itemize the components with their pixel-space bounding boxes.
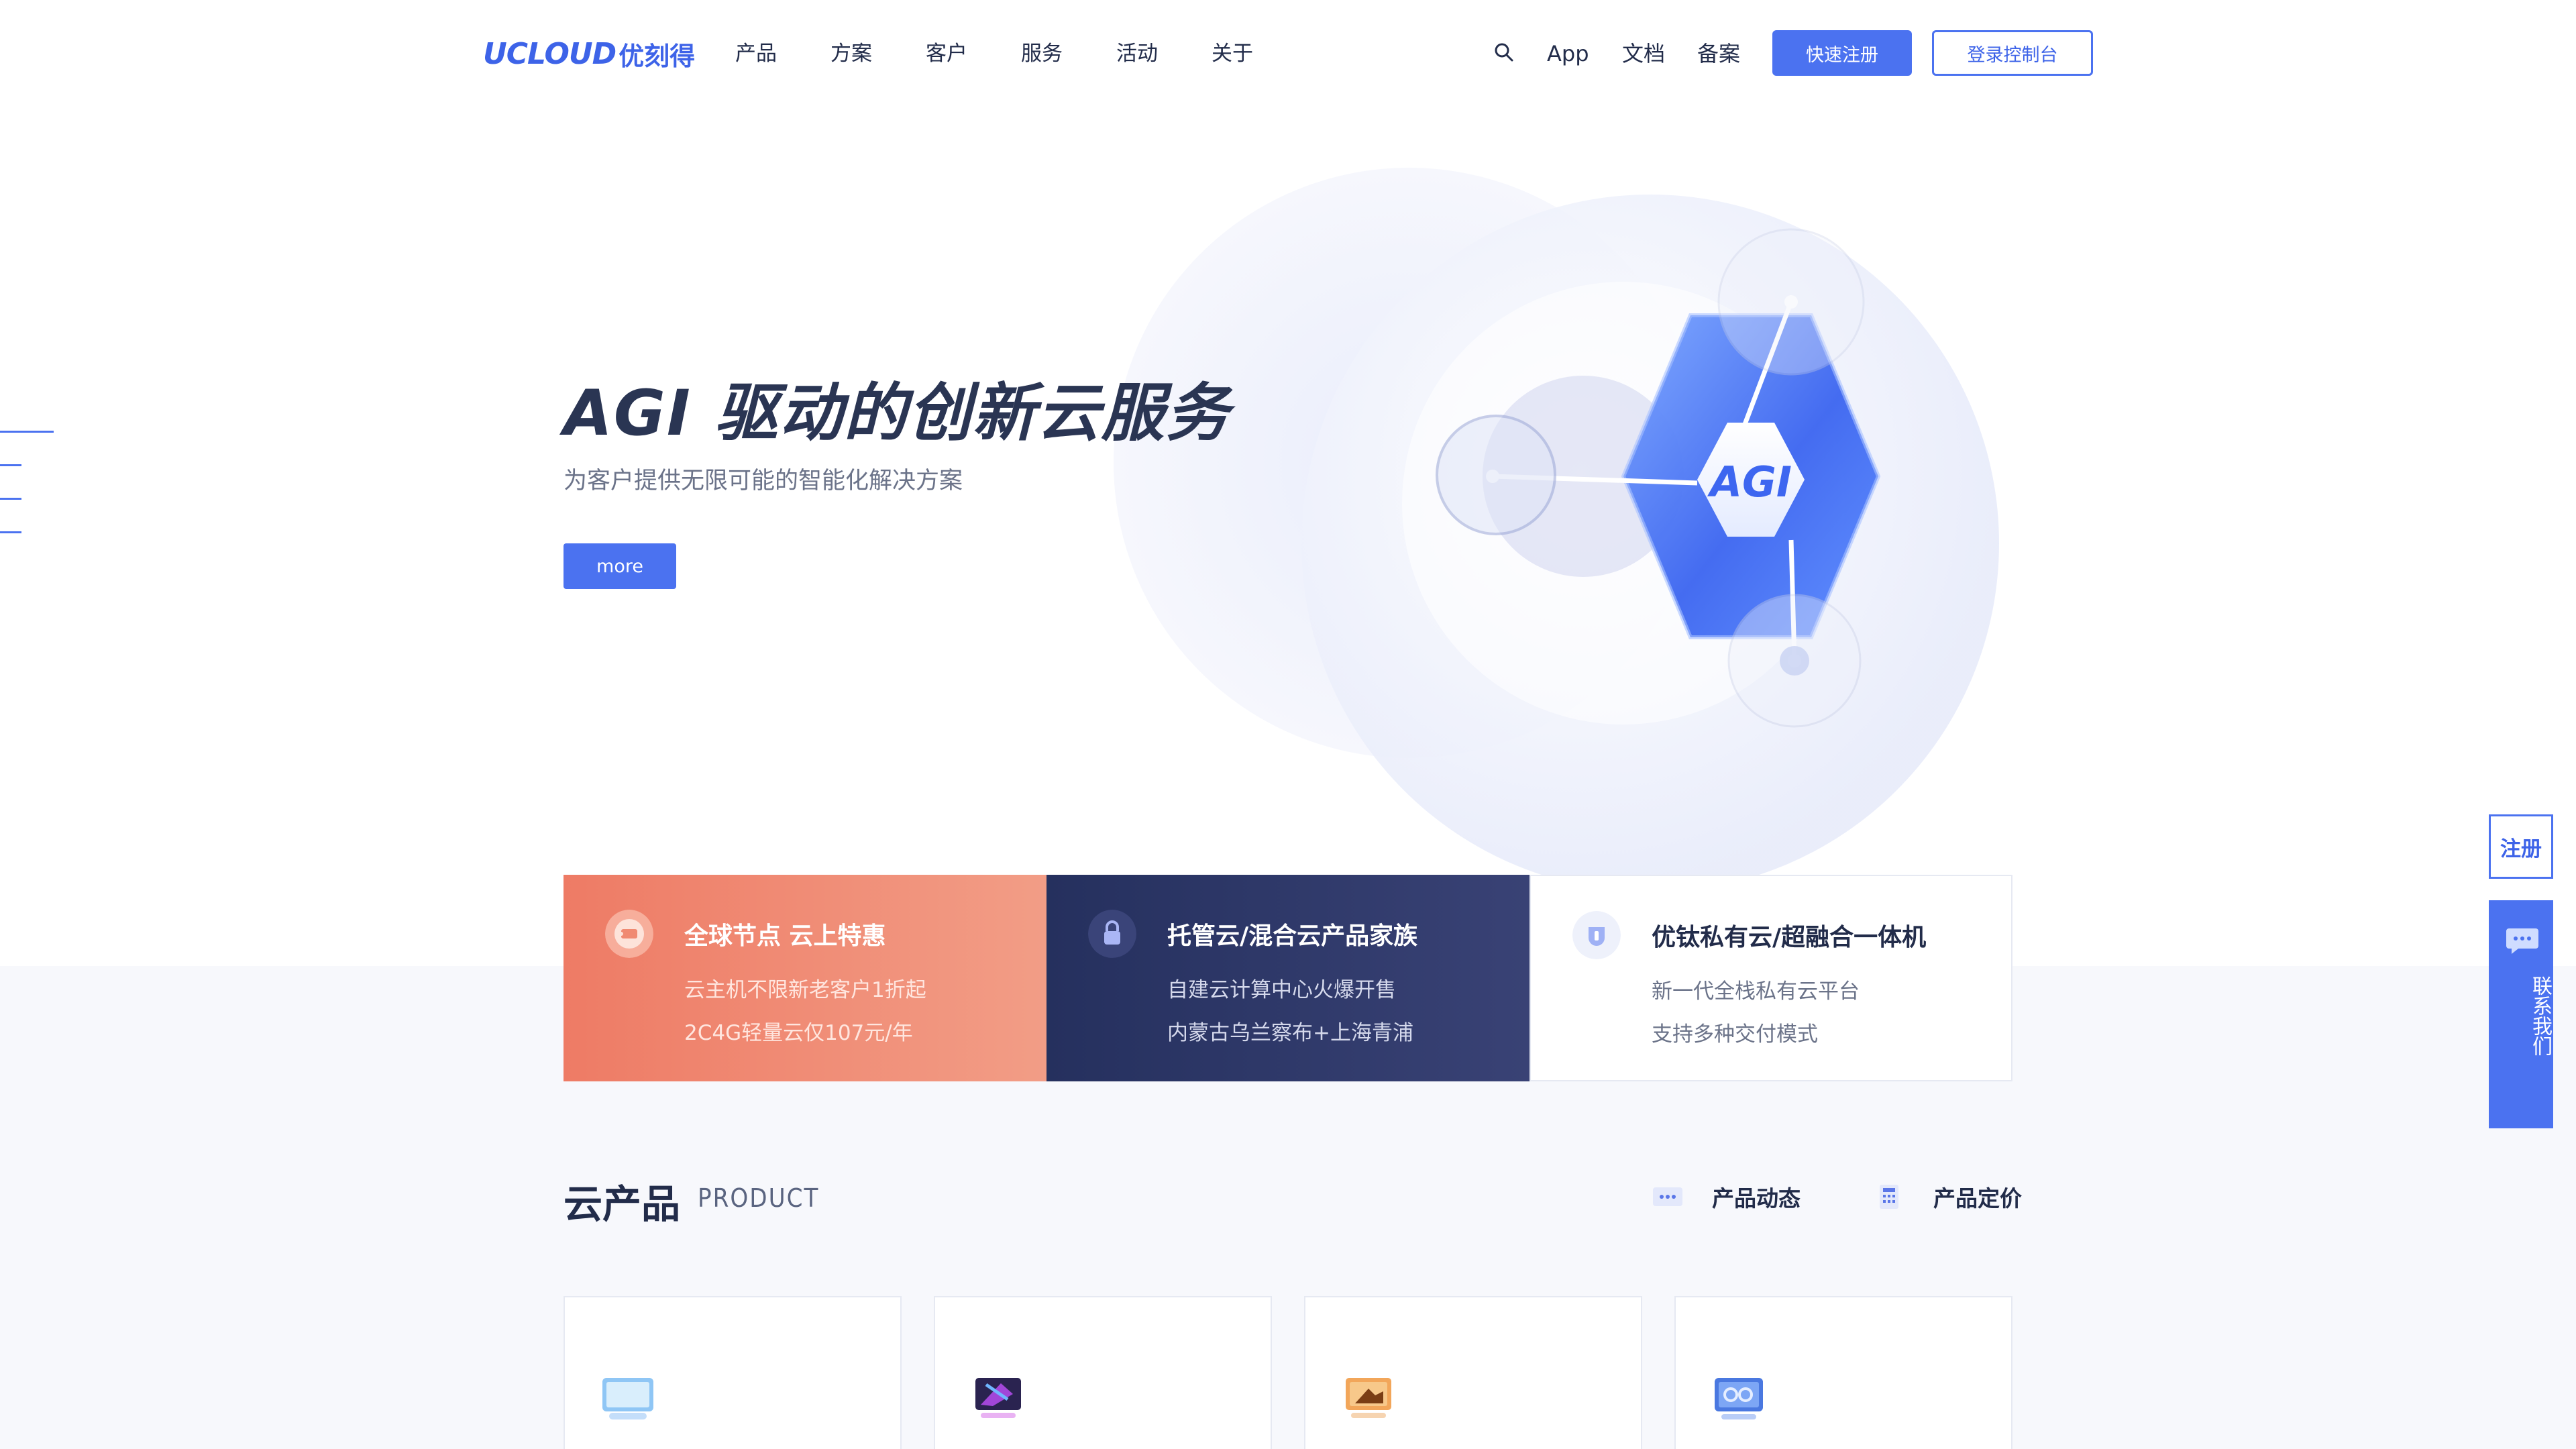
product-news-label: 产品动态 bbox=[1712, 1185, 1801, 1212]
top-header: UCLOUD 优刻得 产品 方案 客户 服务 活动 关于 App 文档 备案 快… bbox=[0, 0, 2576, 107]
nav-item-customers[interactable]: 客户 bbox=[926, 36, 967, 71]
product-news-link[interactable]: 产品动态 bbox=[1652, 1181, 1801, 1213]
contact-us-button[interactable]: 联系我们 bbox=[2489, 900, 2553, 1128]
logo-text-cn: 优刻得 bbox=[619, 41, 696, 71]
quick-register-button[interactable]: 快速注册 bbox=[1772, 30, 1912, 76]
filing-link[interactable]: 备案 bbox=[1697, 36, 1740, 71]
carousel-indicator[interactable] bbox=[0, 464, 21, 466]
promo-card-hosted-cloud[interactable]: 托管云/混合云产品家族 自建云计算中心火爆开售 内蒙古乌兰察布+上海青浦 bbox=[1046, 875, 1529, 1081]
badge-icon bbox=[1572, 911, 1621, 959]
product-card[interactable] bbox=[934, 1296, 1272, 1449]
hero-more-button[interactable]: more bbox=[564, 543, 676, 589]
ticket-icon bbox=[605, 910, 653, 958]
carousel-indicator-active[interactable] bbox=[0, 431, 54, 433]
hero-title: AGI 驱动的创新云服务 bbox=[564, 377, 1230, 450]
promo-title: 优钛私有云/超融合一体机 bbox=[1652, 924, 1927, 951]
nav-item-events[interactable]: 活动 bbox=[1116, 36, 1158, 71]
ucloud-logo[interactable]: UCLOUD 优刻得 bbox=[483, 34, 695, 74]
nav-item-solutions[interactable]: 方案 bbox=[830, 36, 872, 71]
database-screen-icon bbox=[1715, 1378, 1763, 1419]
product-card[interactable] bbox=[1304, 1296, 1642, 1449]
nav-item-services[interactable]: 服务 bbox=[1021, 36, 1063, 71]
page: UCLOUD 优刻得 产品 方案 客户 服务 活动 关于 App 文档 备案 快… bbox=[0, 0, 2576, 1449]
promo-line: 新一代全栈私有云平台 bbox=[1652, 979, 1860, 1004]
app-link[interactable]: App bbox=[1547, 36, 1589, 71]
promo-line: 自建云计算中心火爆开售 bbox=[1167, 978, 1396, 1002]
message-dots-icon bbox=[1653, 1187, 1682, 1206]
login-console-button[interactable]: 登录控制台 bbox=[1932, 30, 2093, 76]
chat-bubble-icon bbox=[2506, 928, 2538, 954]
promo-card-global-nodes[interactable]: 全球节点 云上特惠 云主机不限新老客户1折起 2C4G轻量云仅107元/年 bbox=[564, 875, 1046, 1081]
lock-icon bbox=[1088, 910, 1136, 958]
gpu-screen-icon bbox=[975, 1378, 1021, 1418]
logo-text-en: UCLOUD bbox=[483, 36, 616, 71]
media-screen-icon bbox=[1346, 1378, 1391, 1418]
search-icon[interactable] bbox=[1493, 42, 1515, 63]
promo-title: 全球节点 云上特惠 bbox=[684, 922, 886, 950]
monitor-icon bbox=[602, 1378, 653, 1419]
carousel-indicator[interactable] bbox=[0, 531, 21, 533]
promo-card-private-cloud[interactable]: 优钛私有云/超融合一体机 新一代全栈私有云平台 支持多种交付模式 bbox=[1529, 875, 2012, 1081]
product-pricing-link[interactable]: 产品定价 bbox=[1873, 1181, 2022, 1213]
promo-line: 云主机不限新老客户1折起 bbox=[684, 978, 926, 1002]
product-pricing-label: 产品定价 bbox=[1933, 1185, 2022, 1212]
promo-title: 托管云/混合云产品家族 bbox=[1167, 922, 1418, 950]
promo-line: 支持多种交付模式 bbox=[1652, 1022, 1818, 1046]
carousel-indicator[interactable] bbox=[0, 498, 21, 500]
nav-item-products[interactable]: 产品 bbox=[735, 36, 777, 71]
docs-link[interactable]: 文档 bbox=[1622, 36, 1665, 71]
hero-subtitle: 为客户提供无限可能的智能化解决方案 bbox=[564, 468, 963, 494]
promo-line: 2C4G轻量云仅107元/年 bbox=[684, 1021, 913, 1045]
products-section-subtitle: PRODUCT bbox=[698, 1183, 820, 1213]
hero-graphic-label: AGI bbox=[1707, 458, 1792, 506]
calculator-icon bbox=[1880, 1185, 1898, 1209]
product-card[interactable] bbox=[564, 1296, 902, 1449]
main-nav: 产品 方案 客户 服务 活动 关于 bbox=[735, 36, 1307, 71]
agi-hero-graphic: AGI bbox=[1114, 168, 1999, 879]
product-card[interactable] bbox=[1674, 1296, 2012, 1449]
contact-us-label: 联系我们 bbox=[2528, 975, 2552, 1056]
nav-item-about[interactable]: 关于 bbox=[1212, 36, 1253, 71]
products-section-title: 云产品 bbox=[564, 1181, 681, 1227]
floating-register-button[interactable]: 注册 bbox=[2489, 814, 2553, 879]
promo-line: 内蒙古乌兰察布+上海青浦 bbox=[1167, 1021, 1413, 1045]
